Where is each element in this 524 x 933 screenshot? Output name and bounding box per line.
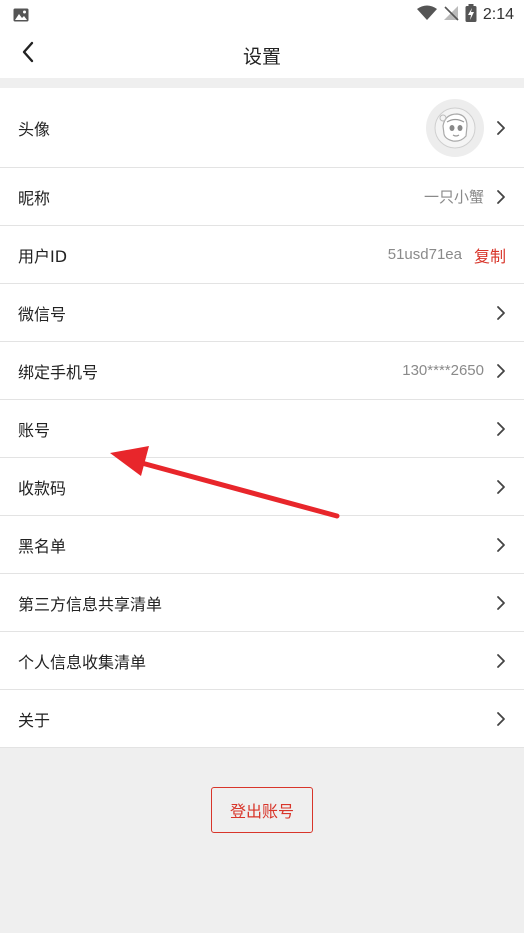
nickname-value: 一只小蟹 (423, 189, 484, 206)
battery-charging-icon (465, 4, 477, 26)
settings-row-user-id: 用户ID 51usd71ea 复制 (0, 226, 524, 284)
row-label: 昵称 (18, 188, 51, 208)
row-label: 绑定手机号 (18, 362, 99, 382)
image-icon (13, 7, 29, 22)
status-bar: 2:14 (0, 0, 524, 30)
row-label: 个人信息收集清单 (18, 652, 147, 672)
row-label: 黑名单 (18, 536, 67, 556)
chevron-right-icon (496, 363, 506, 379)
chevron-right-icon (496, 120, 506, 136)
settings-row-nickname[interactable]: 昵称 一只小蟹 (0, 168, 524, 226)
no-signal-icon (443, 5, 459, 25)
settings-row-third-party-sharing[interactable]: 第三方信息共享清单 (0, 574, 524, 632)
chevron-right-icon (496, 653, 506, 669)
avatar[interactable] (426, 98, 484, 157)
phone-value: 130****2650 (402, 362, 484, 379)
user-id-value: 51usd71ea (387, 246, 462, 263)
wifi-icon (416, 5, 437, 25)
row-label: 关于 (18, 710, 51, 730)
row-label: 用户ID (18, 246, 68, 266)
settings-row-account[interactable]: 账号 (0, 400, 524, 458)
chevron-right-icon (496, 537, 506, 553)
app-header: 设置 (0, 30, 524, 78)
settings-list: 头像 昵称 一只小蟹 用户ID 51usd71ea 复制 微信号 绑定手机号 1… (0, 88, 524, 748)
settings-row-phone[interactable]: 绑定手机号 130****2650 (0, 342, 524, 400)
status-time: 2:14 (482, 6, 514, 23)
chevron-right-icon (496, 711, 506, 727)
copy-button[interactable]: 复制 (474, 243, 506, 267)
row-label: 收款码 (18, 478, 67, 498)
settings-row-avatar[interactable]: 头像 (0, 88, 524, 168)
settings-row-blacklist[interactable]: 黑名单 (0, 516, 524, 574)
logout-button[interactable]: 登出账号 (211, 787, 313, 833)
row-label: 微信号 (18, 304, 67, 324)
page-title: 设置 (242, 46, 281, 68)
row-label: 第三方信息共享清单 (18, 594, 163, 614)
section-divider (0, 78, 524, 88)
status-icons: 2:14 (416, 4, 514, 26)
chevron-right-icon (496, 305, 506, 321)
row-label: 头像 (18, 119, 51, 139)
row-label: 账号 (18, 420, 51, 440)
settings-row-wechat[interactable]: 微信号 (0, 284, 524, 342)
settings-row-personal-info-collection[interactable]: 个人信息收集清单 (0, 632, 524, 690)
settings-row-about[interactable]: 关于 (0, 690, 524, 748)
chevron-right-icon (496, 595, 506, 611)
avatar-cartoon-icon (434, 107, 476, 148)
chevron-right-icon (496, 421, 506, 437)
settings-row-payment-code[interactable]: 收款码 (0, 458, 524, 516)
chevron-right-icon (496, 189, 506, 205)
chevron-right-icon (496, 479, 506, 495)
